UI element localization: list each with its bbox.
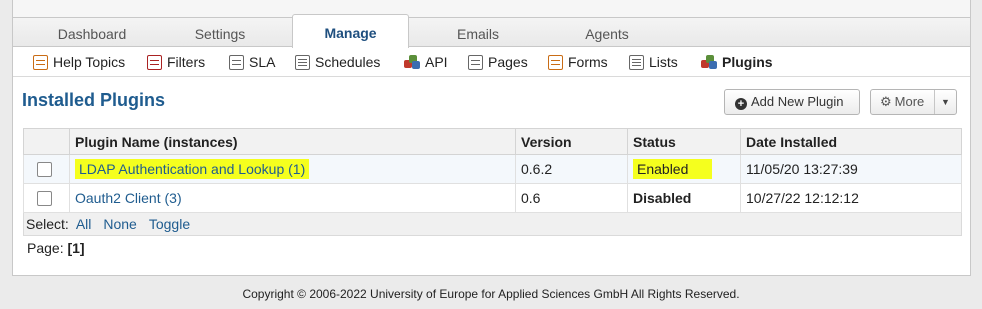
version-header[interactable]: Version: [515, 128, 628, 155]
subnav-forms[interactable]: Forms: [548, 47, 608, 77]
plugins-table: Plugin Name (instances) Version Status D…: [23, 128, 962, 213]
subnav-plugins[interactable]: Plugins: [701, 47, 773, 77]
date-cell: 10/27/22 12:12:12: [740, 183, 962, 213]
sla-icon: [229, 55, 244, 70]
row-select-cell: [23, 183, 70, 213]
table-row: LDAP Authentication and Lookup (1) 0.6.2…: [23, 154, 962, 184]
subnav-lists[interactable]: Lists: [629, 47, 678, 77]
subnav-label: Help Topics: [53, 54, 126, 70]
plus-circle-icon: +: [735, 98, 747, 110]
footer-copyright: Copyright © 2006-2022 University of Euro…: [242, 287, 740, 301]
tab-manage[interactable]: Manage: [292, 14, 409, 48]
page-label: Page:: [27, 240, 64, 256]
subnav-filters[interactable]: Filters: [147, 47, 205, 77]
subnav-pages[interactable]: Pages: [468, 47, 528, 77]
plugin-link[interactable]: Oauth2 Client (3): [75, 190, 182, 206]
plugin-link[interactable]: LDAP Authentication and Lookup (1): [75, 159, 310, 179]
row-checkbox[interactable]: [37, 162, 52, 177]
lists-icon: [629, 55, 644, 70]
select-column-header: [23, 128, 70, 155]
current-page: [1]: [67, 240, 85, 256]
subnav-label: API: [425, 54, 448, 70]
version-cell: 0.6: [515, 183, 628, 213]
chevron-down-icon: ▼: [934, 90, 956, 114]
plugins-icon: [701, 55, 717, 70]
status-badge: Enabled: [633, 159, 713, 179]
tab-dashboard[interactable]: Dashboard: [33, 18, 151, 48]
add-new-plugin-label: Add New Plugin: [751, 94, 844, 109]
main-container: Dashboard Settings Manage Emails Agents …: [12, 0, 971, 276]
subnav-sla[interactable]: SLA: [229, 47, 275, 77]
date-cell: 11/05/20 13:27:39: [740, 154, 962, 184]
row-select-cell: [23, 154, 70, 184]
subnav-label: Lists: [649, 54, 678, 70]
page-title: Installed Plugins: [22, 90, 166, 110]
main-nav: Dashboard Settings Manage Emails Agents: [13, 14, 970, 48]
forms-icon: [548, 55, 563, 70]
status-header[interactable]: Status: [627, 128, 741, 155]
pages-icon: [468, 55, 483, 70]
subnav-label: SLA: [249, 54, 276, 70]
plugin-name-cell: LDAP Authentication and Lookup (1): [69, 154, 516, 184]
gear-icon: ⚙: [880, 94, 892, 109]
select-all-link[interactable]: All: [76, 216, 92, 232]
tab-agents[interactable]: Agents: [548, 18, 666, 48]
header-band: [13, 0, 970, 17]
tab-settings[interactable]: Settings: [161, 18, 279, 48]
schedules-icon: [295, 55, 310, 70]
subnav-label: Pages: [488, 54, 528, 70]
filters-icon: [147, 55, 162, 70]
subnav-help-topics[interactable]: Help Topics: [33, 47, 125, 77]
sub-nav: Help Topics Filters SLA Schedules API Pa…: [13, 47, 970, 77]
status-cell: Enabled: [627, 154, 741, 184]
subnav-label: Forms: [568, 54, 608, 70]
more-button[interactable]: ⚙ More ▼: [870, 89, 957, 115]
version-cell: 0.6.2: [515, 154, 628, 184]
subnav-api[interactable]: API: [404, 47, 448, 77]
status-cell: Disabled: [627, 183, 741, 213]
api-icon: [404, 55, 420, 70]
subnav-label: Plugins: [722, 54, 773, 70]
more-label: More: [894, 94, 925, 109]
status-badge: Disabled: [633, 190, 692, 206]
table-row: Oauth2 Client (3) 0.6 Disabled 10/27/22 …: [23, 183, 962, 213]
date-installed-header[interactable]: Date Installed: [740, 128, 962, 155]
subnav-schedules[interactable]: Schedules: [295, 47, 380, 77]
help-topics-icon: [33, 55, 48, 70]
pagination: Page: [1]: [27, 240, 85, 256]
add-new-plugin-button[interactable]: + Add New Plugin: [724, 89, 860, 115]
table-header-row: Plugin Name (instances) Version Status D…: [23, 128, 962, 155]
plugin-name-cell: Oauth2 Client (3): [69, 183, 516, 213]
subnav-label: Schedules: [315, 54, 381, 70]
select-none-link[interactable]: None: [103, 216, 136, 232]
select-label: Select:: [26, 216, 69, 232]
row-checkbox[interactable]: [37, 191, 52, 206]
plugin-name-header[interactable]: Plugin Name (instances): [69, 128, 516, 155]
select-bar: Select: All None Toggle: [23, 213, 962, 236]
tab-emails[interactable]: Emails: [419, 18, 537, 48]
select-toggle-link[interactable]: Toggle: [149, 216, 190, 232]
subnav-label: Filters: [167, 54, 206, 70]
